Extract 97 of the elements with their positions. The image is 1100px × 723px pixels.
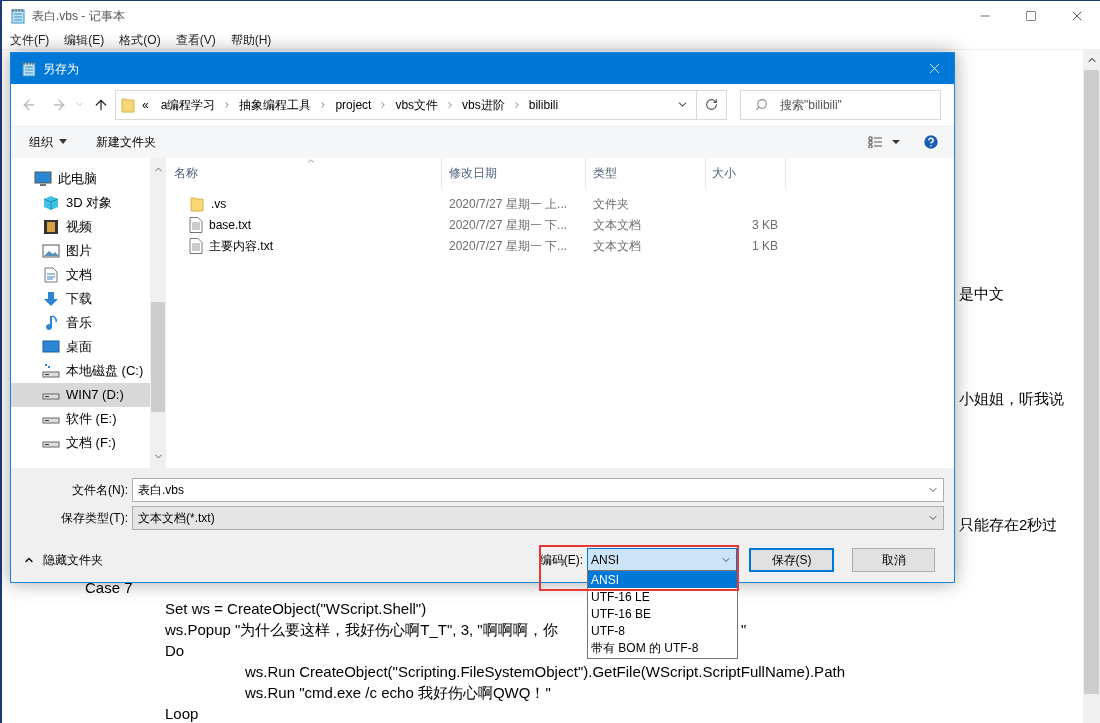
code-line: ws.Popup "为什么要这样，我好伤心啊T_T", 3, "啊啊啊，你	[165, 620, 558, 640]
column-header[interactable]: 类型	[586, 158, 706, 188]
sidebar-item[interactable]: 此电脑	[11, 167, 150, 191]
encoding-select[interactable]: ANSI	[587, 548, 737, 572]
code-line: "	[741, 620, 747, 640]
sidebar-item[interactable]: WIN7 (D:)	[11, 383, 150, 407]
field-label: 文件名(N):	[71, 482, 129, 499]
table-cell-text: 1 KB	[751, 237, 779, 255]
down-arrow-icon	[42, 291, 60, 307]
search-field[interactable]: 搜索"bilibili"	[740, 89, 941, 120]
breadcrumb-item[interactable]: vbs文件	[395, 95, 439, 114]
code-line: ws.Run CreateObject("Scripting.FileSystemObject").GetFile(WScript.ScriptFullName).Path	[245, 662, 845, 682]
drive-icon	[42, 363, 60, 379]
sidebar-item[interactable]: 视频	[11, 215, 150, 239]
table-cell-text: 2020/7/27 星期一 上...	[448, 195, 569, 213]
dropdown-option[interactable]: UTF-8	[588, 622, 737, 639]
drive-icon	[42, 392, 60, 400]
menu-item[interactable]: 查看(V)	[171, 31, 220, 49]
breadcrumb-item[interactable]: vbs进阶	[462, 95, 505, 114]
menu-item[interactable]: 帮助(H)	[226, 31, 276, 49]
save-button[interactable]: 保存(S)	[749, 548, 834, 572]
file-name[interactable]: base.txt	[209, 215, 252, 234]
overflow-marker[interactable]: «	[142, 95, 149, 114]
table-cell-text: 文件夹	[592, 195, 630, 213]
column-header[interactable]: 修改日期	[442, 158, 586, 188]
scrollbar[interactable]	[1083, 50, 1100, 723]
code-line: Set ws = CreateObject("WScript.Shell")	[165, 599, 427, 619]
sidebar-item[interactable]: 下载	[11, 287, 150, 311]
sort-icon	[306, 156, 316, 166]
cancel-button[interactable]: 取消	[852, 548, 935, 572]
table-cell-text: 3 KB	[751, 216, 779, 234]
menu-item[interactable]: 格式(O)	[115, 31, 165, 49]
table-cell-text: 2020/7/27 星期一 下...	[448, 237, 569, 255]
breadcrumb-item[interactable]: bilibili	[528, 95, 559, 114]
sidebar-item[interactable]: 本地磁盘 (C:)	[11, 359, 150, 383]
table-cell-text: 文本文档	[592, 216, 642, 234]
notepad-icon	[21, 60, 37, 77]
column-header[interactable]: 大小	[706, 158, 786, 188]
address-bar[interactable]: « a编程学习 抽象编程工具 project vbs文件 vbs进阶 bilibili	[115, 89, 697, 120]
organize-button[interactable]: 组织	[29, 132, 67, 151]
folder-icon	[189, 195, 205, 212]
drive-icon	[42, 440, 60, 448]
computer-icon	[34, 171, 52, 187]
code-line: Case 7	[85, 578, 133, 598]
refresh-button[interactable]	[697, 89, 727, 120]
drive-icon	[42, 416, 60, 424]
table-cell-text: 2020/7/27 星期一 下...	[448, 216, 569, 234]
code-line: 小姐姐，听我说	[959, 389, 1064, 409]
document-icon	[42, 267, 60, 283]
text-file-icon	[189, 237, 203, 254]
help-icon[interactable]	[922, 132, 940, 151]
dropdown-option[interactable]: ANSI	[588, 571, 737, 588]
notepad-icon	[10, 8, 26, 24]
dropdown-option[interactable]: UTF-16 LE	[588, 588, 737, 605]
code-line: ws.Run "cmd.exe /c echo 我好伤心啊QWQ！"	[245, 683, 551, 703]
dropdown-option[interactable]: UTF-16 BE	[588, 605, 737, 622]
column-header[interactable]: 名称	[166, 158, 442, 188]
file-type-select[interactable]: 文本文档(*.txt)	[132, 506, 944, 530]
sidebar-item[interactable]: 音乐	[11, 311, 150, 335]
text-file-icon	[189, 216, 203, 233]
field-label: 编码(E):	[539, 552, 583, 569]
code-line: 是中文	[959, 284, 1004, 304]
maximize-icon	[1025, 10, 1037, 22]
sidebar-item[interactable]: 图片	[11, 239, 150, 263]
breadcrumb-item[interactable]: a编程学习	[160, 95, 216, 114]
folder-icon	[120, 96, 136, 113]
refresh-icon	[705, 98, 718, 111]
breadcrumb-item[interactable]: project	[335, 95, 372, 114]
filename-field[interactable]: 表白.vbs	[132, 478, 944, 502]
breadcrumb-item[interactable]: 抽象编程工具	[239, 95, 312, 114]
code-line: Loop	[165, 704, 199, 723]
code-line: 只能存在2秒过	[959, 515, 1058, 535]
sidebar-item[interactable]: 文档 (F:)	[11, 431, 150, 455]
new-folder-button[interactable]: 新建文件夹	[96, 132, 156, 151]
menu-item[interactable]: 文件(F)	[6, 31, 54, 49]
file-name[interactable]: .vs	[211, 194, 227, 213]
dropdown-option[interactable]: 带有 BOM 的 UTF-8	[588, 639, 737, 656]
cube-icon	[42, 195, 60, 211]
code-line: Do	[165, 641, 185, 661]
sidebar-item[interactable]: 软件 (E:)	[11, 407, 150, 431]
search-icon	[755, 98, 768, 111]
film-icon	[42, 219, 60, 235]
hide-folders-button[interactable]: 隐藏文件夹	[23, 551, 103, 569]
table-cell-text: 文本文档	[592, 237, 642, 255]
dialog-title: 另存为	[43, 60, 79, 78]
sidebar-item[interactable]: 桌面	[11, 335, 150, 359]
view-options-icon[interactable]	[868, 135, 900, 148]
scrollbar[interactable]	[150, 158, 166, 468]
desktop-icon	[42, 339, 60, 355]
image-icon	[42, 243, 60, 259]
file-name[interactable]: 主要内容.txt	[209, 236, 273, 255]
sidebar-item[interactable]: 3D 对象	[11, 191, 150, 215]
caret-icon	[59, 139, 67, 144]
menu-item[interactable]: 编辑(E)	[60, 31, 109, 49]
window-title: 表白.vbs - 记事本	[32, 8, 125, 25]
sidebar-item[interactable]: 文档	[11, 263, 150, 287]
field-label: 保存类型(T):	[60, 510, 129, 527]
